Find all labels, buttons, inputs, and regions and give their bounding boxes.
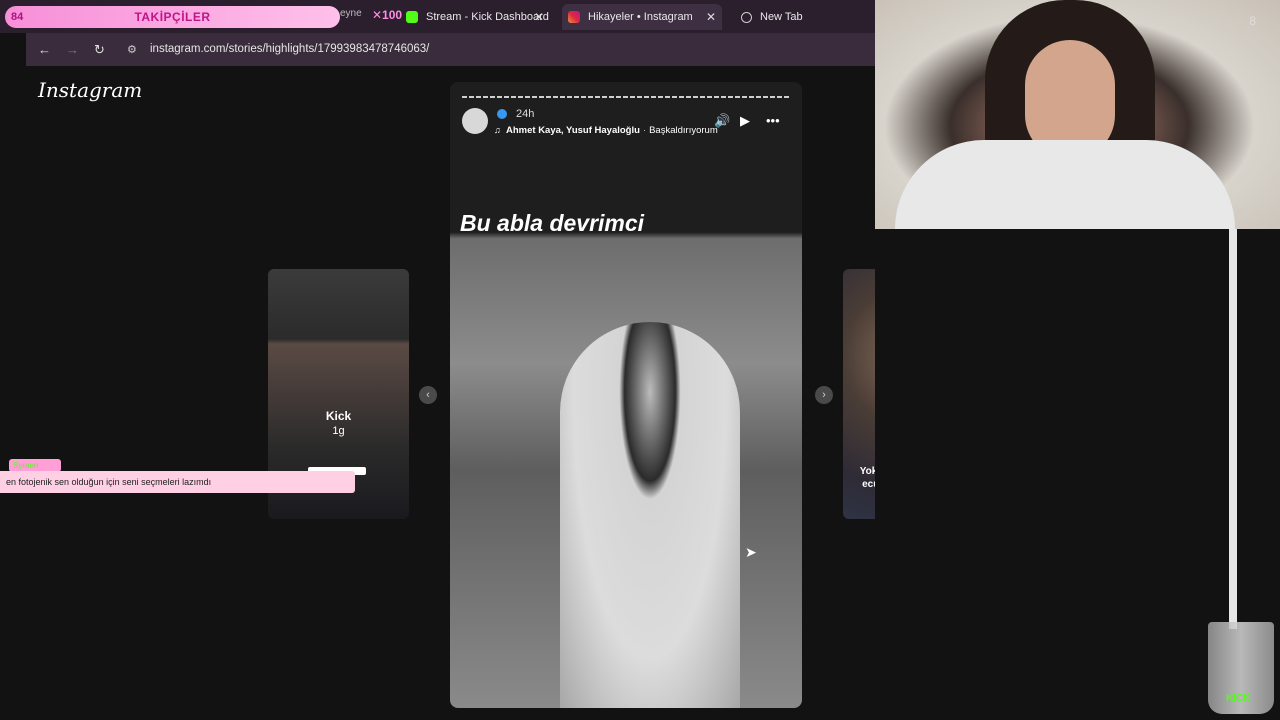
follower-goal-overlay: 84 TAKİPÇİLER: [5, 6, 340, 28]
highlight-badge-icon: [497, 109, 507, 119]
chat-message: en fotojenik sen olduğun için seni seçme…: [0, 471, 355, 493]
avatar[interactable]: [462, 108, 488, 134]
kick-logo: KICK: [1226, 693, 1251, 704]
tab-title: New Tab: [760, 11, 803, 23]
tab-new-tab[interactable]: New Tab: [735, 4, 855, 30]
music-separator: ·: [642, 125, 647, 136]
instagram-icon: [568, 11, 580, 23]
webcam-number: 8: [1249, 14, 1256, 28]
tab-kick-dashboard[interactable]: Stream - Kick Dashboard ✕: [400, 4, 550, 30]
instagram-logo[interactable]: Instagram: [38, 78, 142, 102]
music-icon: ♫: [494, 125, 501, 135]
globe-icon: [741, 11, 752, 23]
story-photo-person: [560, 322, 740, 708]
kick-icon: [406, 11, 418, 23]
story-music[interactable]: Ahmet Kaya, Yusuf Hayaloğlu · Başkaldırıyo…: [506, 125, 718, 136]
url-field[interactable]: instagram.com/stories/highlights/1799398…: [150, 43, 429, 55]
mouse-cursor-icon: ➤: [745, 544, 757, 560]
scrollbar[interactable]: [1229, 229, 1237, 629]
story-time: 1g: [332, 425, 345, 437]
tab-title: Stream - Kick Dashboard: [426, 11, 549, 23]
tab-title: Hikayeler • Instagram: [588, 11, 693, 23]
back-arrow-icon[interactable]: ←: [38, 42, 51, 57]
previous-story-button[interactable]: ‹: [419, 386, 437, 404]
music-artist: Ahmet Kaya, Yusuf Hayaloğlu: [506, 125, 640, 136]
story-time: 24h: [516, 108, 535, 120]
tab-close-icon[interactable]: ✕: [706, 10, 716, 24]
webcam-shirt: [895, 140, 1235, 229]
music-title: Başkaldırıyorum: [649, 125, 718, 136]
overlay-multiplier: ✕100: [372, 8, 403, 22]
overlay-tail-text: eyne: [340, 8, 362, 19]
site-settings-icon[interactable]: ⚙: [127, 43, 139, 56]
next-story-button[interactable]: ›: [815, 386, 833, 404]
more-options-icon[interactable]: •••: [766, 113, 780, 128]
story-text-overlay: Bu abla devrimci: [460, 210, 645, 236]
play-icon[interactable]: ▶: [740, 113, 750, 129]
tab-close-icon[interactable]: ✕: [534, 10, 544, 24]
tab-instagram[interactable]: Hikayeler • Instagram ✕: [562, 4, 722, 30]
story-progress-bar: [462, 96, 790, 98]
address-bar: ← → ↻ ⚙ instagram.com/stories/highlights…: [26, 33, 875, 66]
follower-goal-label: TAKİPÇİLER: [134, 10, 211, 24]
story-username: Kick: [325, 409, 352, 423]
webcam-feed: 8: [875, 0, 1280, 229]
sound-icon[interactable]: 🔊: [714, 113, 730, 129]
forward-arrow-icon[interactable]: →: [66, 42, 79, 57]
story-viewer[interactable]: 24h ♫ Ahmet Kaya, Yusuf Hayaloğlu · Başkal…: [450, 82, 802, 708]
reload-icon[interactable]: ↻: [94, 42, 105, 58]
